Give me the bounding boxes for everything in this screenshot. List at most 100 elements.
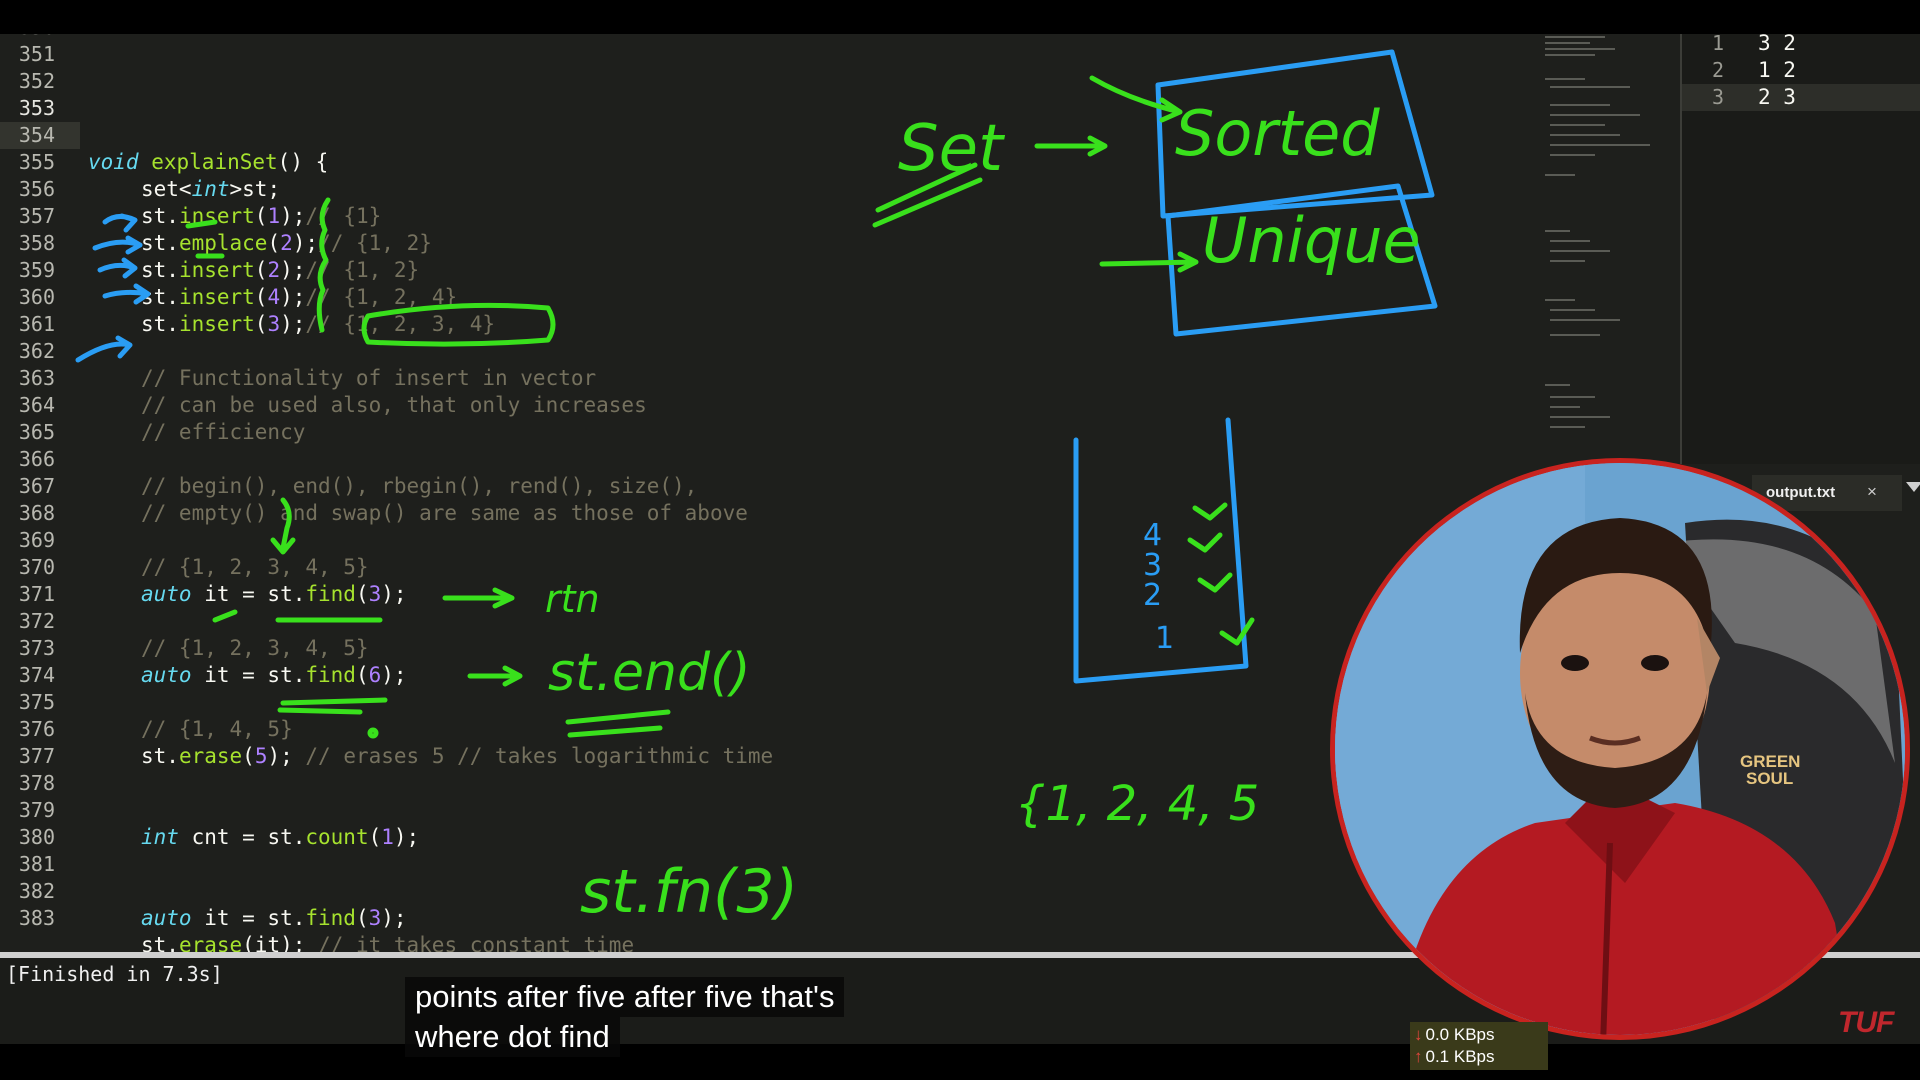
line-number: 379	[18, 798, 55, 822]
method-name: insert	[178, 204, 255, 228]
line-number: 376	[18, 717, 55, 741]
method-name: emplace	[178, 231, 268, 255]
line-number: 370	[18, 555, 55, 579]
code-token: (	[355, 663, 369, 687]
code-token: (	[254, 204, 268, 228]
code-line-367: // empty() and swap() are same as those …	[141, 501, 748, 525]
code-token: );	[381, 906, 407, 930]
method-name: find	[305, 582, 356, 606]
code-line-379: int cnt = st.count(1);	[141, 824, 419, 851]
line-number: 368	[18, 501, 55, 525]
line-number: 374	[18, 663, 55, 687]
chair-logo-text: GREEN SOUL	[1740, 752, 1801, 788]
method-name: erase	[178, 744, 243, 768]
number-literal: 2	[280, 231, 293, 255]
code-line-383: st.erase(it); // it takes constant time	[141, 932, 634, 952]
code-token: st.	[141, 231, 179, 255]
line-number: 371	[18, 582, 55, 606]
code-token: );	[280, 285, 306, 309]
code-token: (	[355, 582, 369, 606]
input-line-value: 2 3	[1758, 85, 1796, 109]
keyword-auto: auto	[141, 906, 192, 930]
line-number: 351	[18, 42, 55, 66]
network-speed-widget: ↓ 0.0 KBps ↑ 0.1 KBps	[1410, 1022, 1548, 1070]
code-token: st.	[141, 312, 179, 336]
download-speed: 0.0 KBps	[1425, 1025, 1495, 1044]
method-name: find	[305, 663, 356, 687]
keyword-auto: auto	[141, 582, 192, 606]
line-number: 361	[18, 312, 55, 336]
input-line-number: 2	[1711, 58, 1724, 82]
code-comment: // {1, 2, 3, 4}	[305, 312, 496, 336]
code-token: st.	[141, 258, 179, 282]
line-number: 356	[18, 177, 55, 201]
code-token: );	[280, 312, 306, 336]
number-literal: 4	[267, 285, 281, 309]
code-token: it = st.	[191, 582, 306, 606]
video-caption: points after five after five that's wher…	[405, 977, 845, 1057]
code-token: st.	[141, 933, 179, 952]
number-literal: 3	[368, 906, 382, 930]
code-comment: // {1, 2}	[318, 231, 432, 255]
line-number: 359	[18, 258, 55, 282]
line-number: 377	[18, 744, 55, 768]
number-literal: 3	[267, 312, 281, 336]
method-name: insert	[178, 285, 255, 309]
download-arrow-icon: ↓	[1414, 1025, 1423, 1044]
close-icon[interactable]: ×	[1867, 482, 1877, 502]
line-number: 365	[18, 420, 55, 444]
code-area[interactable]: void explainSet() { set<int>st; st.inser…	[88, 34, 1528, 952]
tab-label: output.txt	[1766, 484, 1836, 501]
code-line-363: // can be used also, that only increases	[141, 393, 647, 417]
presenter-video	[1335, 463, 1905, 1035]
code-line-364: // efficiency	[141, 420, 306, 444]
line-number: 357	[18, 204, 55, 228]
video-frame: 3503513523533543553563573583593603613623…	[0, 0, 1920, 1080]
code-comment: // it takes constant time	[305, 933, 635, 952]
code-line-362: // Functionality of insert in vector	[141, 366, 597, 390]
line-number: 352	[18, 69, 55, 93]
code-token: );	[292, 231, 319, 255]
chevron-down-icon[interactable]	[1906, 482, 1920, 492]
line-number: 353	[18, 96, 55, 120]
method-name: count	[305, 825, 369, 849]
code-line-372: // {1, 2, 3, 4, 5}	[141, 636, 369, 660]
code-comment: // {1, 2, 4}	[305, 285, 458, 309]
code-token: set<	[141, 177, 192, 201]
webcam-overlay: GREEN SOUL	[1330, 458, 1910, 1040]
method-name: erase	[178, 933, 243, 952]
code-token: (it);	[242, 933, 306, 952]
code-line-355: set<int>st;	[141, 176, 280, 203]
line-number: 380	[18, 825, 55, 849]
code-token: st.	[141, 204, 179, 228]
line-number: 369	[18, 528, 55, 552]
code-token: it = st.	[191, 906, 306, 930]
build-status-text: [Finished in 7.3s]	[6, 962, 223, 986]
line-number: 382	[18, 879, 55, 903]
keyword-auto: auto	[141, 663, 192, 687]
number-literal: 6	[368, 663, 382, 687]
code-line-373: auto it = st.find(6);	[141, 662, 407, 689]
upload-speed: 0.1 KBps	[1425, 1047, 1495, 1066]
code-token: (	[254, 312, 268, 336]
code-token: );	[267, 744, 293, 768]
number-literal: 1	[381, 825, 394, 849]
code-token: );	[381, 582, 407, 606]
method-name: insert	[178, 258, 255, 282]
line-number: 363	[18, 366, 55, 390]
line-number: 367	[18, 474, 55, 498]
code-token: (	[267, 231, 281, 255]
code-token: st.	[141, 285, 179, 309]
code-line-357: st.emplace(2);// {1, 2}	[141, 230, 432, 257]
caption-line-2: where dot find	[405, 1017, 620, 1057]
input-pane[interactable]: 1 3 2 2 1 2 3 2 3	[1682, 34, 1920, 464]
code-line-366: // begin(), end(), rbegin(), rend(), siz…	[141, 474, 698, 498]
code-token: (	[355, 906, 369, 930]
method-name: insert	[178, 312, 255, 336]
code-comment: // {1}	[305, 204, 382, 228]
code-comment: // {1, 2}	[305, 258, 420, 282]
code-token: );	[280, 258, 306, 282]
input-line-number: 3	[1711, 85, 1724, 109]
number-literal: 5	[254, 744, 268, 768]
code-line-354: void explainSet() {	[88, 149, 328, 176]
